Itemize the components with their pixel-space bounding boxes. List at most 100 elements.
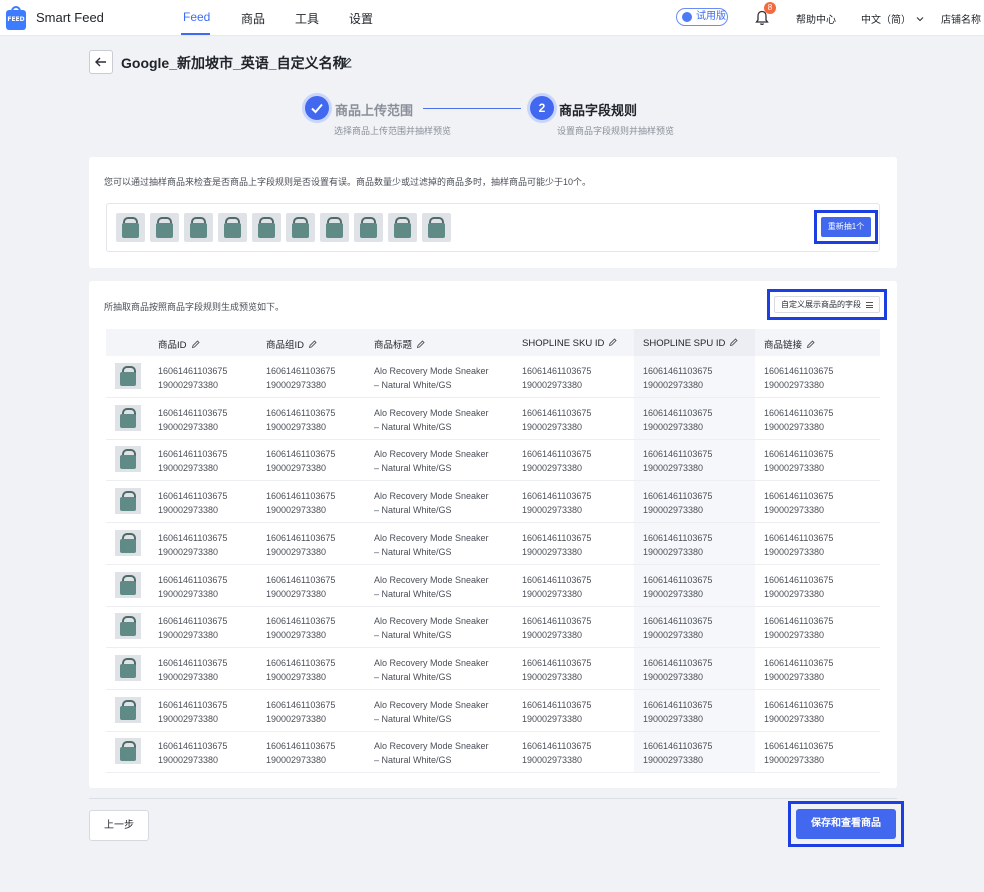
product-thumbnail bbox=[115, 529, 141, 556]
step-1-title: 商品上传范围 bbox=[335, 103, 414, 118]
edit-column-icon[interactable] bbox=[191, 339, 201, 349]
edit-title-icon[interactable] bbox=[341, 56, 353, 68]
previous-step-button[interactable]: 上一步 bbox=[89, 810, 149, 841]
product-thumbnail bbox=[115, 696, 141, 723]
cell-product-id: 16061461103675 190002973380 bbox=[158, 657, 228, 682]
table-row: 16061461103675 190002973380 16061461103675… bbox=[106, 523, 880, 565]
product-thumbnail bbox=[115, 446, 141, 473]
cell-sku-id: 16061461103675 190002973380 bbox=[522, 366, 592, 390]
nav-settings[interactable]: 设置 bbox=[349, 10, 373, 27]
cell-title: Alo Recovery Mode Sneaker – Natural White… bbox=[374, 491, 489, 516]
product-thumbnail bbox=[115, 654, 141, 681]
column-header-spu-id[interactable]: SHOPLINE SPU ID bbox=[643, 337, 739, 349]
cell-spu-id: 16061461103675 190002973380 bbox=[643, 741, 713, 766]
language-selector[interactable]: 中文（简） bbox=[861, 11, 924, 26]
cell-spu-id: 16061461103675 190002973380 bbox=[643, 366, 713, 390]
cell-title: Alo Recovery Mode Sneaker – Natural White… bbox=[374, 741, 489, 766]
cell-group-id: 16061461103675 190002973380 bbox=[266, 532, 336, 557]
footer-divider bbox=[89, 798, 897, 799]
cell-product-id: 16061461103675 190002973380 bbox=[158, 616, 228, 641]
cell-link: 16061461103675 190002973380 bbox=[764, 616, 834, 641]
table-row: 16061461103675 190002973380 16061461103675… bbox=[106, 439, 880, 482]
cell-sku-id: 16061461103675 190002973380 bbox=[522, 657, 592, 682]
cell-product-id: 16061461103675 190002973380 bbox=[158, 741, 228, 766]
product-thumbnail bbox=[115, 571, 141, 598]
step-2-title: 商品字段规则 bbox=[559, 103, 638, 118]
arrow-left-icon bbox=[95, 57, 106, 67]
product-thumbnail bbox=[115, 613, 141, 640]
sample-product-thumb[interactable] bbox=[252, 213, 281, 242]
edit-column-icon[interactable] bbox=[416, 339, 426, 349]
trial-badge[interactable]: 试用版 bbox=[676, 8, 728, 26]
product-thumbnail bbox=[115, 738, 141, 765]
column-header-sku-id[interactable]: SHOPLINE SKU ID bbox=[522, 337, 618, 349]
product-thumbnail bbox=[115, 363, 141, 389]
sample-product-thumb[interactable] bbox=[116, 213, 145, 242]
notification-badge: 8 bbox=[764, 2, 776, 14]
sample-product-thumb[interactable] bbox=[286, 213, 315, 242]
table-row: 16061461103675 190002973380 16061461103675… bbox=[106, 481, 880, 524]
cell-spu-id: 16061461103675 190002973380 bbox=[643, 407, 713, 432]
cell-sku-id: 16061461103675 190002973380 bbox=[522, 449, 592, 474]
cell-spu-id: 16061461103675 190002973380 bbox=[643, 574, 713, 599]
sample-product-thumb[interactable] bbox=[320, 213, 349, 242]
cell-group-id: 16061461103675 190002973380 bbox=[266, 657, 336, 682]
step-connector bbox=[423, 108, 521, 109]
cell-group-id: 16061461103675 190002973380 bbox=[266, 449, 336, 474]
nav-feed[interactable]: Feed bbox=[183, 10, 210, 24]
cell-group-id: 16061461103675 190002973380 bbox=[266, 616, 336, 641]
edit-column-icon[interactable] bbox=[608, 337, 618, 347]
cell-title: Alo Recovery Mode Sneaker – Natural White… bbox=[374, 616, 489, 641]
edit-column-icon[interactable] bbox=[806, 339, 816, 349]
column-header-title[interactable]: 商品标题 bbox=[374, 337, 426, 351]
cell-spu-id: 16061461103675 190002973380 bbox=[643, 657, 713, 682]
sample-product-thumb[interactable] bbox=[150, 213, 179, 242]
cell-title: Alo Recovery Mode Sneaker – Natural White… bbox=[374, 574, 489, 599]
edit-column-icon[interactable] bbox=[729, 337, 739, 347]
help-center-link[interactable]: 帮助中心 bbox=[796, 11, 836, 26]
cell-group-id: 16061461103675 190002973380 bbox=[266, 574, 336, 599]
sample-product-thumb[interactable] bbox=[218, 213, 247, 242]
save-and-view-button[interactable]: 保存和查看商品 bbox=[796, 809, 896, 839]
preview-description: 所抽取商品按照商品字段规则生成预览如下。 bbox=[104, 302, 285, 312]
cell-title: Alo Recovery Mode Sneaker – Natural White… bbox=[374, 657, 489, 682]
cell-spu-id: 16061461103675 190002973380 bbox=[643, 532, 713, 557]
cell-product-id: 16061461103675 190002973380 bbox=[158, 407, 228, 432]
cell-sku-id: 16061461103675 190002973380 bbox=[522, 616, 592, 641]
sample-product-thumb[interactable] bbox=[422, 213, 451, 242]
cell-group-id: 16061461103675 190002973380 bbox=[266, 407, 336, 432]
sample-products-box bbox=[106, 203, 880, 252]
resample-button[interactable]: 重新抽1个 bbox=[821, 217, 871, 237]
cell-sku-id: 16061461103675 190002973380 bbox=[522, 532, 592, 557]
cell-product-id: 16061461103675 190002973380 bbox=[158, 699, 228, 724]
sample-product-thumb[interactable] bbox=[184, 213, 213, 242]
column-header-link[interactable]: 商品链接 bbox=[764, 337, 816, 351]
cell-link: 16061461103675 190002973380 bbox=[764, 491, 834, 516]
nav-products[interactable]: 商品 bbox=[241, 10, 265, 27]
store-name[interactable]: 店铺名称 bbox=[941, 11, 981, 26]
edit-column-icon[interactable] bbox=[308, 339, 318, 349]
nav-tools[interactable]: 工具 bbox=[295, 10, 319, 27]
step-2-number: 2 bbox=[530, 96, 554, 120]
cell-sku-id: 16061461103675 190002973380 bbox=[522, 574, 592, 599]
cell-group-id: 16061461103675 190002973380 bbox=[266, 491, 336, 516]
sample-product-thumb[interactable] bbox=[354, 213, 383, 242]
table-row: 16061461103675 190002973380 16061461103675… bbox=[106, 356, 880, 398]
cell-sku-id: 16061461103675 190002973380 bbox=[522, 491, 592, 516]
column-header-product-id[interactable]: 商品ID bbox=[158, 337, 201, 351]
column-header-group-id[interactable]: 商品组ID bbox=[266, 337, 318, 351]
cell-link: 16061461103675 190002973380 bbox=[764, 449, 834, 474]
cell-link: 16061461103675 190002973380 bbox=[764, 574, 834, 599]
nav-active-indicator bbox=[181, 33, 210, 35]
cell-product-id: 16061461103675 190002973380 bbox=[158, 491, 228, 516]
cell-link: 16061461103675 190002973380 bbox=[764, 699, 834, 724]
sample-product-thumb[interactable] bbox=[388, 213, 417, 242]
feed-logo-icon[interactable]: FEED bbox=[6, 6, 26, 30]
cell-sku-id: 16061461103675 190002973380 bbox=[522, 407, 592, 432]
table-row: 16061461103675 190002973380 16061461103675… bbox=[106, 398, 880, 440]
back-button[interactable] bbox=[89, 50, 113, 74]
cell-spu-id: 16061461103675 190002973380 bbox=[643, 449, 713, 474]
chevron-down-icon bbox=[916, 17, 924, 22]
custom-fields-button[interactable]: 自定义展示商品的字段 bbox=[774, 296, 880, 313]
cell-group-id: 16061461103675 190002973380 bbox=[266, 741, 336, 766]
